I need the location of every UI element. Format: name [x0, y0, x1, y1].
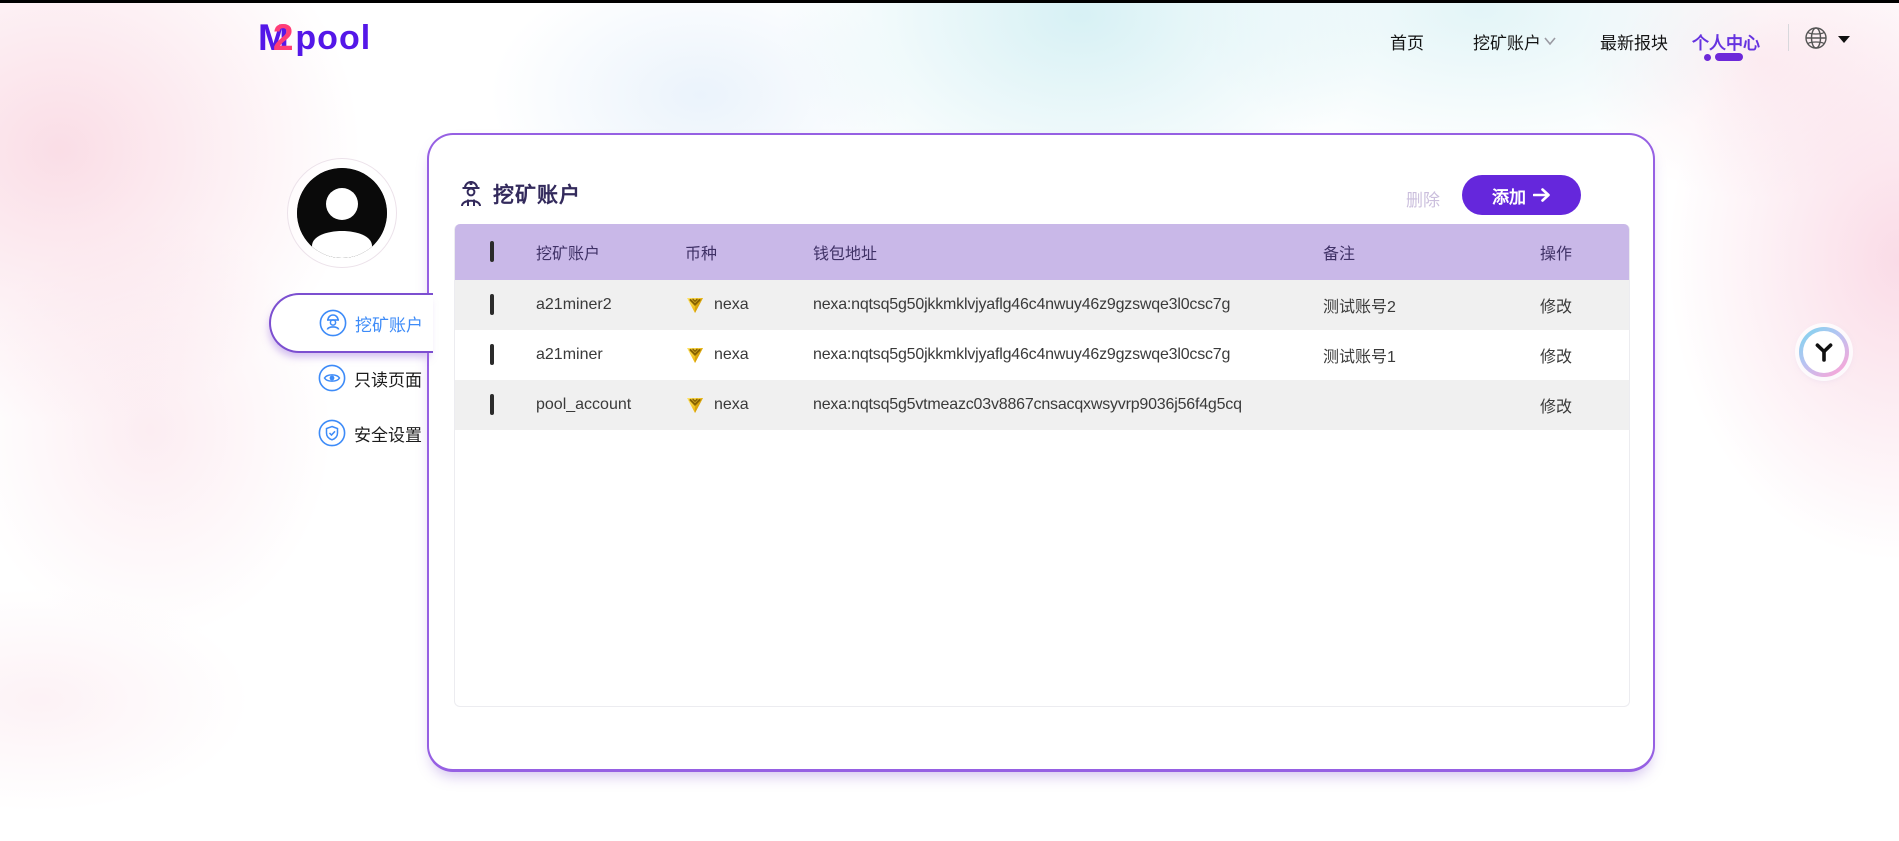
- row-checkbox[interactable]: [490, 394, 494, 415]
- edit-link[interactable]: 修改: [1540, 343, 1631, 367]
- miner-title-icon: [457, 179, 485, 209]
- cell-account: pool_account: [536, 396, 685, 414]
- header-divider: [1788, 24, 1789, 51]
- table-header-row: 挖矿账户 币种 钱包地址 备注 操作: [455, 224, 1629, 280]
- cell-wallet-address: nexa:nqtsq5g50jkkmklvjyaflg46c4nwuy46z9g…: [813, 296, 1323, 314]
- select-all-checkbox[interactable]: [490, 241, 494, 262]
- nav-home[interactable]: 首页: [1390, 29, 1424, 54]
- language-caret-icon[interactable]: [1838, 36, 1850, 43]
- nexa-coin-icon: [685, 395, 705, 415]
- add-button-label: 添加: [1492, 183, 1526, 208]
- tri-y-logo-icon: [1812, 340, 1836, 364]
- nav-mining-account[interactable]: 挖矿账户: [1473, 29, 1541, 54]
- user-avatar[interactable]: [287, 158, 397, 268]
- sidebar-item-mining-account[interactable]: 挖矿账户: [269, 293, 433, 353]
- cell-coin: nexa: [714, 296, 749, 314]
- window-top-edge: [0, 0, 1899, 3]
- panel-title: 挖矿账户: [457, 179, 581, 209]
- table-row: pool_account nexa nexa:nqtsq5g5vtmeazc03…: [455, 380, 1629, 430]
- mining-account-panel: 挖矿账户 删除 添加 挖矿账户 币种 钱包地址 备注 操作 a21miner2: [427, 133, 1655, 772]
- sidebar-item-readonly-page[interactable]: 只读页面: [318, 364, 422, 392]
- nexa-coin-icon: [685, 295, 705, 315]
- add-button[interactable]: 添加: [1462, 175, 1581, 215]
- table-row: a21miner nexa nexa:nqtsq5g50jkkmklvjyafl…: [455, 330, 1629, 380]
- col-header-action: 操作: [1540, 240, 1631, 264]
- nav-latest-blocks[interactable]: 最新报块: [1600, 29, 1668, 54]
- page-background: M 2 pool 首页 挖矿账户 最新报块 个人中心: [0, 0, 1899, 841]
- active-nav-indicator: [1704, 53, 1746, 61]
- col-header-coin: 币种: [685, 240, 813, 264]
- row-checkbox[interactable]: [490, 294, 494, 315]
- cell-remark: 测试账号2: [1323, 293, 1540, 317]
- cell-wallet-address: nexa:nqtsq5g50jkkmklvjyaflg46c4nwuy46z9g…: [813, 346, 1323, 364]
- sidebar-item-security-settings[interactable]: 安全设置: [318, 419, 422, 447]
- logo-part-pool: pool: [295, 19, 371, 58]
- sidebar-item-label: 只读页面: [354, 366, 422, 391]
- m2pool-logo[interactable]: M 2 pool: [258, 16, 371, 60]
- nav-personal-center[interactable]: 个人中心: [1692, 29, 1760, 54]
- sidebar-item-label: 挖矿账户: [355, 311, 423, 336]
- col-header-address: 钱包地址: [813, 240, 1323, 264]
- cell-wallet-address: nexa:nqtsq5g5vtmeazc03v8867cnsacqxwsyvrp…: [813, 396, 1323, 414]
- col-header-remark: 备注: [1323, 240, 1540, 264]
- sidebar-item-label: 安全设置: [354, 421, 422, 446]
- globe-language-icon[interactable]: [1804, 26, 1828, 50]
- arrow-right-icon: [1533, 188, 1551, 202]
- mining-accounts-table: 挖矿账户 币种 钱包地址 备注 操作 a21miner2: [454, 224, 1630, 707]
- floating-support-widget[interactable]: [1799, 327, 1849, 377]
- col-header-account: 挖矿账户: [536, 240, 685, 264]
- cell-coin: nexa: [714, 346, 749, 364]
- cell-remark: 测试账号1: [1323, 343, 1540, 367]
- avatar-image: [297, 168, 387, 258]
- chevron-down-icon[interactable]: [1543, 36, 1557, 46]
- eye-icon: [318, 364, 346, 392]
- shield-check-icon: [318, 419, 346, 447]
- table-row: a21miner2 nexa nexa:nqtsq5g50jkkmklvjyaf…: [455, 280, 1629, 330]
- cell-coin: nexa: [714, 396, 749, 414]
- cell-account: a21miner: [536, 346, 685, 364]
- row-checkbox[interactable]: [490, 344, 494, 365]
- logo-part-two: 2: [273, 17, 293, 59]
- delete-button[interactable]: 删除: [1406, 186, 1440, 211]
- cell-account: a21miner2: [536, 296, 685, 314]
- miner-icon: [319, 309, 347, 337]
- edit-link[interactable]: 修改: [1540, 293, 1631, 317]
- nexa-coin-icon: [685, 345, 705, 365]
- panel-title-text: 挖矿账户: [493, 179, 581, 209]
- edit-link[interactable]: 修改: [1540, 393, 1631, 417]
